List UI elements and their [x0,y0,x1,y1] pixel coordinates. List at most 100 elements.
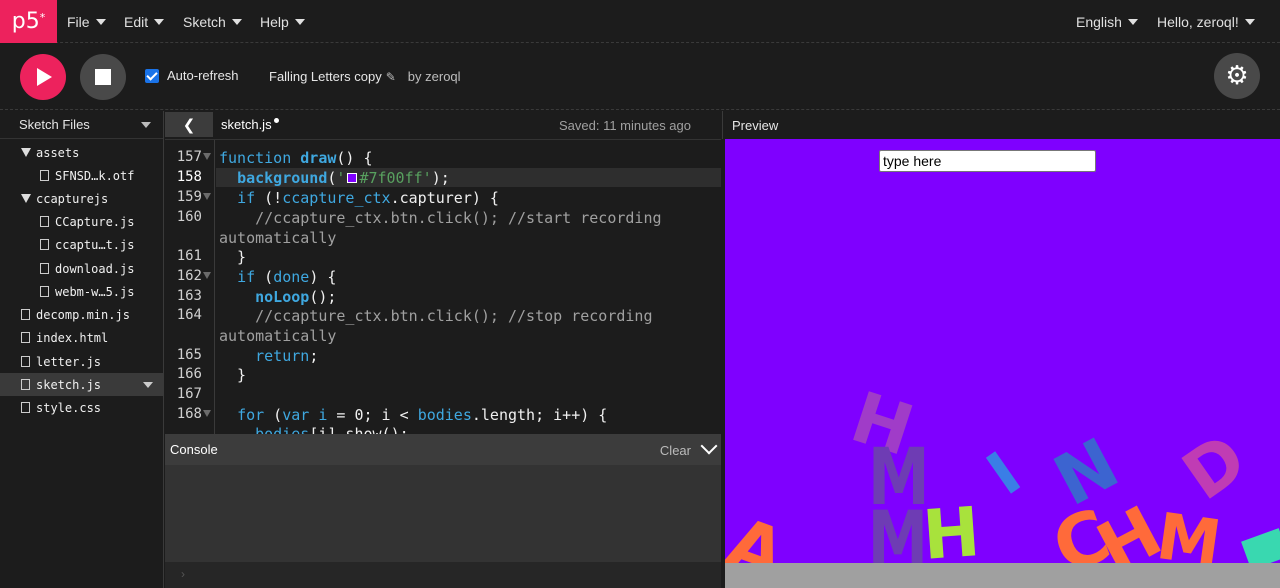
code-line: return; [255,347,319,365]
fold-icon[interactable] [203,272,211,279]
gear-icon: ⚙ [1225,61,1249,91]
menu-sketch-label: Sketch [183,13,226,30]
code-editor[interactable]: 157 158 159 160 161 162 163 164 165 166 … [165,139,721,434]
falling-letter: D [1169,419,1261,517]
language-menu[interactable]: English [1076,0,1138,43]
line-number: 162 [165,268,211,284]
code-line: //ccapture_ctx.btn.click(); //start reco… [219,209,662,227]
editor-tab[interactable]: sketch.js [221,117,279,132]
clear-console-button[interactable]: Clear [660,443,691,458]
user-menu[interactable]: Hello, zeroql! [1157,0,1255,43]
unsaved-dot [273,118,279,123]
color-swatch[interactable] [347,173,358,183]
logo-text: p5 [11,9,40,34]
autorefresh-toggle[interactable]: Auto-refresh [145,68,239,83]
canvas-ground [725,563,1280,588]
file-label: webm-w…5.js [55,284,135,299]
menu-file[interactable]: File [67,0,106,43]
menu-help[interactable]: Help [260,0,305,43]
chevron-down-icon[interactable] [143,382,153,388]
menu-sketch[interactable]: Sketch [183,0,242,43]
settings-button[interactable]: ⚙ [1214,53,1260,99]
file-label: sketch.js [36,377,102,392]
chevron-down-icon[interactable] [141,122,151,128]
file-item[interactable]: SFNSD…k.otf [40,164,134,187]
menu-edit[interactable]: Edit [124,0,165,43]
stop-button[interactable] [80,54,126,100]
code-line: background(' #7f00ff'); [237,169,450,187]
p5-logo[interactable]: p5 * [0,0,57,43]
preview-title: Preview [732,118,779,133]
code-line: //ccapture_ctx.btn.click(); //stop recor… [219,307,653,325]
chevron-down-icon[interactable] [700,437,718,455]
fold-icon[interactable] [203,410,211,417]
file-icon [40,286,49,297]
console-title: Console [170,442,218,457]
project-owner[interactable]: by zeroql [408,69,461,84]
pencil-icon[interactable]: ✎ [386,70,396,84]
file-item[interactable]: ccaptu…t.js [40,233,134,256]
console-input[interactable]: › [165,562,721,588]
chevron-down-icon [1127,18,1138,25]
code-line: function draw() { [219,149,373,167]
fold-icon[interactable] [203,153,211,160]
code-line: } [219,248,247,266]
stop-icon [95,69,111,85]
line-gutter: 157 158 159 160 161 162 163 164 165 166 … [165,140,215,434]
preview-canvas[interactable]: type here H M M H I N D A C H M [725,139,1280,588]
language-label: English [1076,13,1122,30]
save-status: Saved: 11 minutes ago [558,118,691,133]
line-number: 158 [176,169,202,185]
top-nav: p5 * File Edit Sketch Help English Hello,… [0,0,1280,43]
file-icon [40,216,49,227]
preview-header: Preview [722,111,1280,139]
line-number: 163 [176,288,202,304]
console-header[interactable]: Console Clear [165,434,721,465]
file-item[interactable]: download.js [40,257,134,280]
file-icon [21,356,30,367]
code-line: for (var i = 0; i < bodies.length; i++) … [237,406,608,424]
code-line: noLoop(); [255,288,337,306]
code-line: automatically [219,327,337,345]
fold-icon[interactable] [203,193,211,200]
line-number: 164 [176,307,202,323]
line-number: 159 [165,189,211,205]
line-number: 165 [176,347,202,363]
project-name[interactable]: Falling Letters copy ✎ by zeroql [269,69,461,84]
file-label: style.css [36,400,102,415]
line-number: 168 [165,406,211,422]
file-icon [40,170,49,181]
sidebar-title: Sketch Files [19,117,90,132]
line-number: 157 [165,149,211,165]
code-line: automatically [219,229,337,247]
folder-label: assets [36,145,80,160]
line-number: 160 [176,209,202,225]
editor-tab-label: sketch.js [221,117,272,132]
folder-assets[interactable]: assets [21,141,79,164]
sidebar-header[interactable]: Sketch Files [0,111,163,139]
line-number: 161 [176,248,202,264]
file-item[interactable]: CCapture.js [40,210,134,233]
file-item[interactable]: style.css [21,396,101,419]
sketch-text-input[interactable]: type here [879,150,1096,172]
file-label: SFNSD…k.otf [55,168,135,183]
play-icon [37,68,52,86]
file-icon [40,263,49,274]
code-line: if (!ccapture_ctx.capturer) { [237,189,499,207]
file-item-selected[interactable]: sketch.js [0,373,163,396]
folder-ccapturejs[interactable]: ccapturejs [21,187,108,210]
file-item[interactable]: decomp.min.js [21,303,130,326]
file-item[interactable]: letter.js [21,350,101,373]
toolbar: Auto-refresh Falling Letters copy ✎ by z… [0,44,1280,110]
play-button[interactable] [20,54,66,100]
code-line: bodies[i].show(); [255,425,409,434]
project-name-text[interactable]: Falling Letters copy [269,69,382,84]
menu-file-label: File [67,13,90,30]
file-icon [40,239,49,250]
file-icon [21,332,30,343]
file-item[interactable]: webm-w…5.js [40,280,134,303]
collapse-sidebar-button[interactable]: ❮ [165,112,213,137]
file-item[interactable]: index.html [21,326,108,349]
autorefresh-checkbox[interactable] [145,68,159,83]
file-label: ccaptu…t.js [55,237,135,252]
